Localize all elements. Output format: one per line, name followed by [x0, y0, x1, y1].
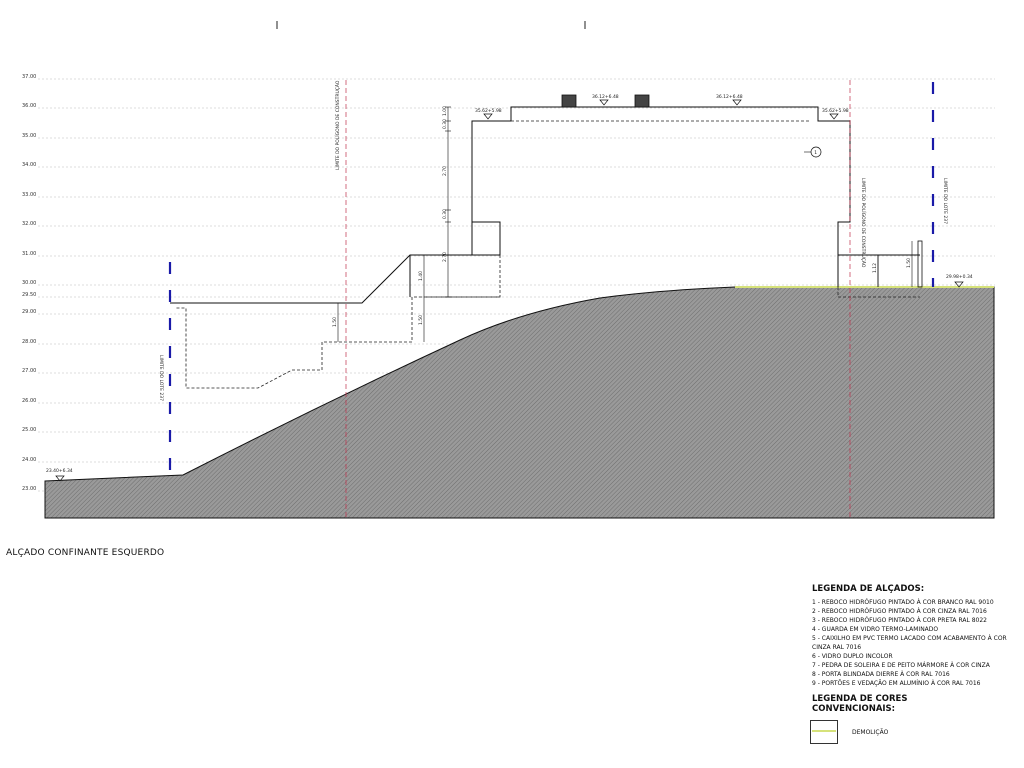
level-label: 28.00 [22, 339, 36, 345]
level-label: 32.00 [22, 221, 36, 227]
legend-item: 3 - REBOCO HIDRÓFUGO PINTADO À COR PRETA… [812, 617, 987, 624]
legend: LEGENDA DE ALÇADOS: 1 - REBOCO HIDRÓFUGO… [810, 584, 1012, 744]
legend-item: 4 - GUARDA EM VIDRO TERMO-LAMINADO [812, 626, 939, 633]
right-guard [877, 240, 923, 288]
demolition-label: DEMOLIÇÃO [852, 728, 889, 736]
legend-item: 2 - REBOCO HIDRÓFUGO PINTADO À COR CINZA… [812, 608, 987, 615]
level-label: 34.00 [22, 162, 36, 168]
level-label: 33.00 [22, 192, 36, 198]
dimension-ground-floor: 2.70 [442, 252, 448, 262]
dimension-lower-slab: 0.30 [442, 209, 448, 219]
legend-list: 1 - REBOCO HIDRÓFUGO PINTADO À COR BRANC… [812, 598, 1012, 688]
dimension-basement-1: 1.50 [418, 315, 424, 325]
spot-level-right-ground: 29.98+0.34 [946, 274, 973, 280]
plot-limit-label-left: LIMITE DO LOTE 237 [158, 355, 164, 401]
demolition-swatch [810, 720, 838, 744]
legend-item: 9 - PORTÕES E VEDAÇÃO EM ALUMÍNIO À COR … [812, 680, 981, 687]
spot-level-roof-mid-right: 36.12+6.48 [716, 94, 743, 100]
construction-limit-label-left: LIMITE DO POLÍGONO DE CONSTRUÇÃO [334, 80, 341, 170]
level-label: 24.00 [22, 457, 36, 463]
dimension-parapet: 1.00 [442, 106, 448, 116]
level-label: 29.00 [22, 309, 36, 315]
legend-item: 7 - PEDRA DE SOLEIRA E DE PEITO MÁRMORE … [812, 662, 990, 669]
level-label: 23.00 [22, 486, 36, 492]
construction-limit-label-right: LIMITE DO POLÍGONO DE CONSTRUÇÃO [860, 178, 867, 268]
colors-legend-title: LEGENDA DE CORES CONVENCIONAIS: [812, 694, 908, 714]
level-label: 37.00 [22, 74, 36, 80]
building-upper [170, 106, 920, 304]
spot-level-roof-mid-left: 36.12+6.48 [592, 94, 619, 100]
dimension-step: 1.40 [418, 271, 424, 281]
level-label: 27.00 [22, 368, 36, 374]
level-label: 30.00 [22, 280, 36, 286]
callout-number: 1 [814, 150, 817, 156]
terrain-section [44, 286, 995, 519]
level-label: 25.00 [22, 427, 36, 433]
level-label: 29.50 [22, 292, 36, 298]
drawing-title: ALÇADO CONFINANTE ESQUERDO [6, 548, 165, 558]
dimension-basement-2: 1.50 [332, 317, 338, 327]
level-label: 35.00 [22, 133, 36, 139]
dimension-slab: 0.30 [442, 119, 448, 129]
legend-item: 1 - REBOCO HIDRÓFUGO PINTADO À COR BRANC… [812, 599, 994, 606]
dimension-right-guard: 1.50 [906, 258, 912, 268]
legend-item: 5 - CAIXILHO EM PVC TERMO LACADO COM ACA… [812, 635, 1007, 651]
level-label: 31.00 [22, 251, 36, 257]
spot-level-roof-right: 35.62+5.98 [822, 108, 849, 114]
material-callout: 1 [804, 146, 822, 158]
level-label: 26.00 [22, 398, 36, 404]
plot-limit-label-right: LIMITE DO LOTE 237 [942, 178, 948, 224]
legend-item: 6 - VIDRO DUPLO INCOLOR [812, 653, 893, 660]
dimension-right-wall: 1.12 [872, 263, 878, 273]
level-labels: 37.00 36.00 35.00 34.00 33.00 32.00 31.0… [22, 74, 36, 492]
demolition-legend-row: DEMOLIÇÃO [810, 720, 1012, 744]
level-label: 36.00 [22, 103, 36, 109]
legend-item: 8 - PORTA BLINDADA DIERRE À COR RAL 7016 [812, 671, 950, 678]
spot-level-roof-left: 35.62+5.98 [475, 108, 502, 114]
legend-title: LEGENDA DE ALÇADOS: [812, 584, 925, 594]
spot-level-left-ground: 23.40+6.34 [46, 468, 73, 474]
dimension-upper-floor: 2.70 [442, 166, 448, 176]
